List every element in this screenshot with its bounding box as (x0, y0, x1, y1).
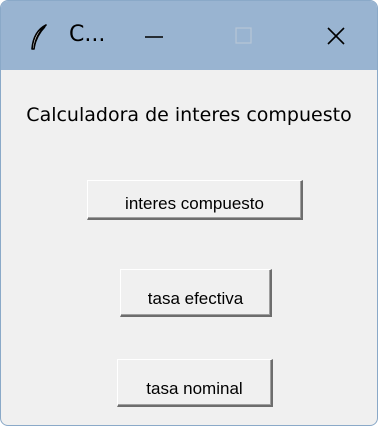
interes-compuesto-button[interactable]: interes compuesto (87, 180, 303, 220)
close-button[interactable] (295, 1, 377, 70)
maximize-button[interactable] (201, 1, 283, 70)
close-icon (327, 27, 345, 45)
maximize-icon (235, 27, 252, 44)
window-title: C... (69, 22, 106, 47)
tasa-nominal-button[interactable]: tasa nominal (117, 359, 273, 407)
feather-icon (29, 23, 49, 51)
tasa-efectiva-button[interactable]: tasa efectiva (120, 269, 272, 317)
app-window: C... Calculadora de interes compuesto in… (0, 0, 378, 426)
minimize-button[interactable] (113, 1, 195, 70)
page-title: Calculadora de interes compuesto (26, 104, 352, 126)
minimize-icon (145, 36, 163, 38)
title-bar[interactable]: C... (1, 1, 377, 70)
